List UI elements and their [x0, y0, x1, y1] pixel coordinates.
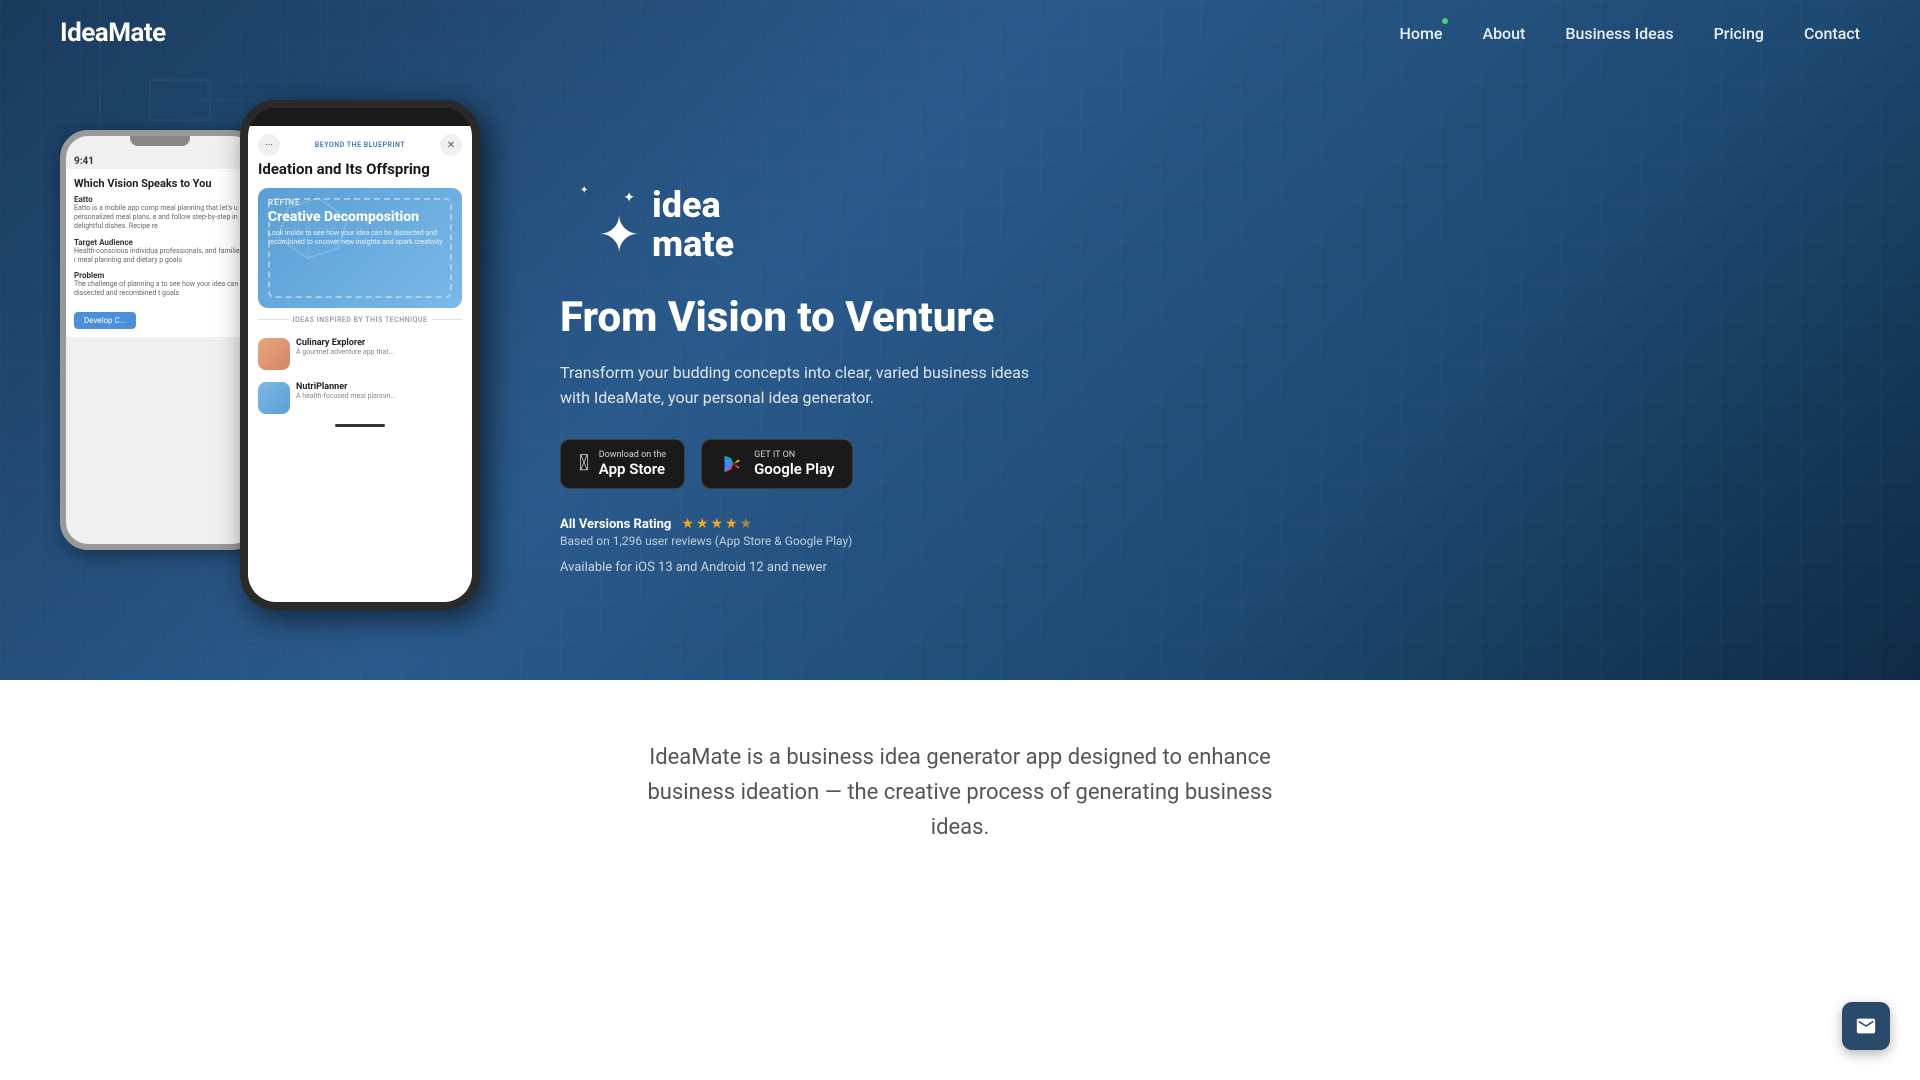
- star-4: ★: [725, 516, 738, 532]
- app-store-label-small: Download on the: [599, 450, 666, 460]
- nav-links: Home About Business Ideas Pricing Contac…: [1400, 24, 1860, 43]
- idea-text-1: Culinary Explorer A gourmet adventure ap…: [296, 338, 394, 357]
- card-title: Creative Decomposition: [268, 209, 452, 226]
- sparkle-small1: ✦: [623, 190, 635, 206]
- idea-item-1[interactable]: Culinary Explorer A gourmet adventure ap…: [248, 332, 472, 376]
- app-store-label-large: App Store: [599, 460, 666, 478]
- divider-line-left: [258, 319, 289, 320]
- rating-section: All Versions Rating ★ ★ ★ ★ ★ Based on 1…: [560, 513, 1860, 548]
- app-store-text: Download on the App Store: [599, 450, 666, 478]
- google-play-label-small: GET IT ON: [754, 450, 834, 460]
- store-buttons:  Download on the App Store: [560, 439, 1860, 489]
- nav-item-business-ideas[interactable]: Business Ideas: [1565, 24, 1673, 43]
- card-refine-label: REFINE: [268, 198, 452, 207]
- idea-thumb-2: [258, 382, 290, 414]
- divider-label: IDEAS INSPIRED BY THIS TECHNIQUE: [293, 316, 428, 324]
- idea-title-1: Culinary Explorer: [296, 338, 394, 348]
- rating-row: All Versions Rating ★ ★ ★ ★ ★: [560, 513, 1860, 532]
- hero-headline: From Vision to Venture: [560, 293, 1860, 343]
- navbar: IdeaMate Home About Business Ideas Prici…: [0, 0, 1920, 66]
- phones-container: 9:41 Which Vision Speaks to You Eatto Ea…: [60, 100, 480, 660]
- google-play-button[interactable]: GET IT ON Google Play: [701, 439, 853, 489]
- idea-desc-2: A health-focused meal plannin...: [296, 392, 396, 401]
- hero-content: 9:41 Which Vision Speaks to You Eatto Ea…: [0, 20, 1920, 660]
- star-2: ★: [696, 516, 709, 532]
- app-store-button[interactable]:  Download on the App Store: [560, 439, 685, 489]
- idea-desc-1: A gourmet adventure app that...: [296, 348, 394, 357]
- nav-logo[interactable]: IdeaMate: [60, 18, 166, 48]
- divider-line-right: [432, 319, 463, 320]
- eatto-title: Eatto: [74, 195, 246, 204]
- phone-badge: BEYOND THE BLUEPRINT: [315, 141, 405, 149]
- apple-icon: : [579, 451, 589, 476]
- phone-front-notch: [320, 108, 400, 126]
- phone-back: 9:41 Which Vision Speaks to You Eatto Ea…: [60, 130, 260, 550]
- rating-sub: Based on 1,296 user reviews (App Store &…: [560, 534, 1860, 548]
- email-icon: [1855, 1015, 1877, 1037]
- idea-text-2: NutriPlanner A health-focused meal plann…: [296, 382, 396, 401]
- app-logo-text: ideamate: [652, 186, 734, 265]
- email-fab-button[interactable]: [1842, 1002, 1890, 1050]
- phone-back-content: Which Vision Speaks to You Eatto Eatto i…: [66, 169, 254, 337]
- phone-close-btn[interactable]: ✕: [440, 134, 462, 156]
- app-logo-icon: ✦ ✦ ✦: [560, 185, 640, 265]
- phone-front: ··· BEYOND THE BLUEPRINT ✕ Ideation and …: [240, 100, 480, 610]
- phone-home-indicator: [335, 424, 385, 427]
- hero-subtext: Transform your budding concepts into cle…: [560, 360, 1040, 411]
- app-logo: ✦ ✦ ✦ ideamate: [560, 185, 1860, 265]
- phone-menu-dots[interactable]: ···: [258, 134, 280, 156]
- nav-link-pricing[interactable]: Pricing: [1714, 24, 1764, 43]
- idea-item-2[interactable]: NutriPlanner A health-focused meal plann…: [248, 376, 472, 420]
- phone-screen-title: Ideation and Its Offspring: [248, 160, 472, 188]
- star-half: ★: [740, 516, 753, 532]
- phone-card-blue: REFINE Creative Decomposition Look insid…: [258, 188, 462, 308]
- phone-back-section-problem: Problem The challenge of planning a to s…: [74, 271, 246, 298]
- idea-thumb-1: [258, 338, 290, 370]
- idea-title-2: NutriPlanner: [296, 382, 396, 392]
- audience-desc: Health-conscious individua professionals…: [74, 247, 246, 265]
- phone-front-screen: ··· BEYOND THE BLUEPRINT ✕ Ideation and …: [248, 126, 472, 602]
- nav-link-business-ideas[interactable]: Business Ideas: [1565, 24, 1673, 43]
- hero-section: 9:41 Which Vision Speaks to You Eatto Ea…: [0, 0, 1920, 680]
- phone-back-time: 9:41: [66, 154, 254, 169]
- phone-back-notch: [130, 136, 190, 146]
- phone-screen-header: ··· BEYOND THE BLUEPRINT ✕: [248, 126, 472, 160]
- sparkle-small2: ✦: [580, 185, 588, 196]
- google-play-text: GET IT ON Google Play: [754, 450, 834, 478]
- phone-divider: IDEAS INSPIRED BY THIS TECHNIQUE: [248, 308, 472, 332]
- develop-button[interactable]: Develop C...: [74, 312, 136, 329]
- sparkle-big: ✦: [598, 206, 640, 265]
- nav-item-pricing[interactable]: Pricing: [1714, 24, 1764, 43]
- nav-link-about[interactable]: About: [1482, 24, 1525, 43]
- google-play-icon: [720, 452, 744, 476]
- phone-back-title: Which Vision Speaks to You: [74, 177, 246, 191]
- audience-title: Target Audience: [74, 238, 246, 247]
- card-desc: Look inside to see how your idea can be …: [268, 229, 452, 247]
- nav-item-about[interactable]: About: [1482, 24, 1525, 43]
- stars: ★ ★ ★ ★ ★: [681, 516, 752, 532]
- problem-title: Problem: [74, 271, 246, 280]
- hero-right: ✦ ✦ ✦ ideamate From Vision to Venture Tr…: [560, 185, 1860, 575]
- google-play-label-large: Google Play: [754, 460, 834, 478]
- platform-note: Available for iOS 13 and Android 12 and …: [560, 560, 1860, 575]
- phone-back-section-audience: Target Audience Health-conscious individ…: [74, 238, 246, 265]
- nav-link-home[interactable]: Home: [1400, 24, 1443, 43]
- nav-link-contact[interactable]: Contact: [1804, 24, 1860, 43]
- problem-desc: The challenge of planning a to see how y…: [74, 280, 246, 298]
- bottom-section: IdeaMate is a business idea generator ap…: [0, 680, 1920, 906]
- star-3: ★: [710, 516, 723, 532]
- rating-label: All Versions Rating: [560, 517, 671, 532]
- nav-item-home[interactable]: Home: [1400, 24, 1443, 43]
- eatto-desc: Eatto is a mobile app comp meal planning…: [74, 204, 246, 231]
- phone-back-section-eatto: Eatto Eatto is a mobile app comp meal pl…: [74, 195, 246, 231]
- bottom-text: IdeaMate is a business idea generator ap…: [620, 740, 1300, 846]
- nav-item-contact[interactable]: Contact: [1804, 24, 1860, 43]
- star-1: ★: [681, 516, 694, 532]
